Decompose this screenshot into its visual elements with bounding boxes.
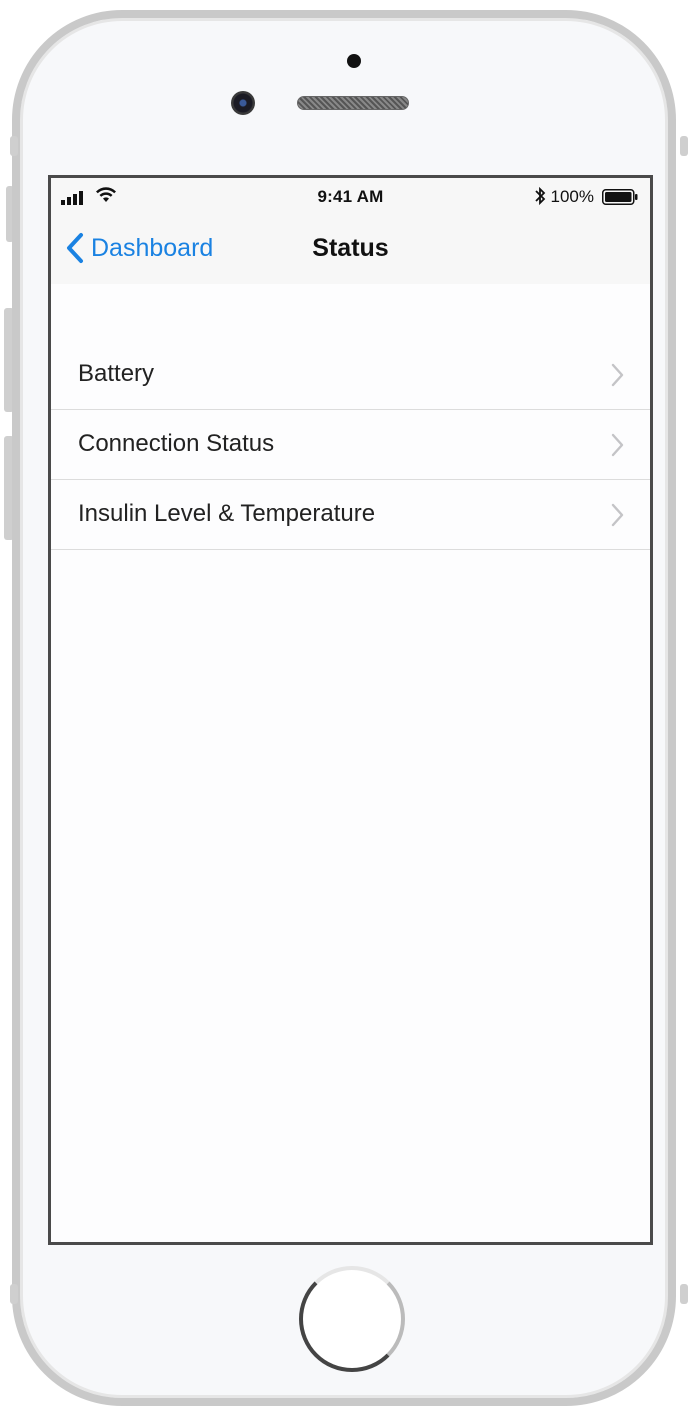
earpiece-speaker xyxy=(297,96,409,110)
list-item-connection-status[interactable]: Connection Status xyxy=(51,410,650,480)
battery-percent: 100% xyxy=(550,187,594,206)
frame-notch-right-bottom xyxy=(680,1284,688,1304)
navigation-bar: Dashboard Status xyxy=(51,216,650,284)
bluetooth-icon xyxy=(535,186,546,206)
screen: 9:41 AM 100% Dashboard Status Battery Co… xyxy=(48,175,653,1245)
battery-icon xyxy=(602,189,638,205)
status-bar: 9:41 AM 100% xyxy=(51,178,650,216)
home-button[interactable] xyxy=(299,1266,405,1372)
status-list: Battery Connection Status Insulin Level … xyxy=(51,340,650,550)
list-item-battery[interactable]: Battery xyxy=(51,340,650,410)
list-item-label: Battery xyxy=(78,360,155,387)
proximity-sensor xyxy=(347,54,361,68)
frame-notch-right-top xyxy=(680,136,688,156)
page-title: Status xyxy=(312,234,389,262)
chevron-right-icon xyxy=(611,433,624,457)
list-item-label: Connection Status xyxy=(78,430,275,457)
front-camera xyxy=(231,91,255,115)
frame-notch-left-top xyxy=(10,136,18,156)
chevron-right-icon xyxy=(611,503,624,527)
list-item-insulin-level-temperature[interactable]: Insulin Level & Temperature xyxy=(51,480,650,550)
frame-notch-left-bottom xyxy=(10,1284,18,1304)
chevron-right-icon xyxy=(611,363,624,387)
list-item-label: Insulin Level & Temperature xyxy=(78,500,376,527)
device-frame-page: 9:41 AM 100% Dashboard Status Battery Co… xyxy=(0,0,690,1414)
